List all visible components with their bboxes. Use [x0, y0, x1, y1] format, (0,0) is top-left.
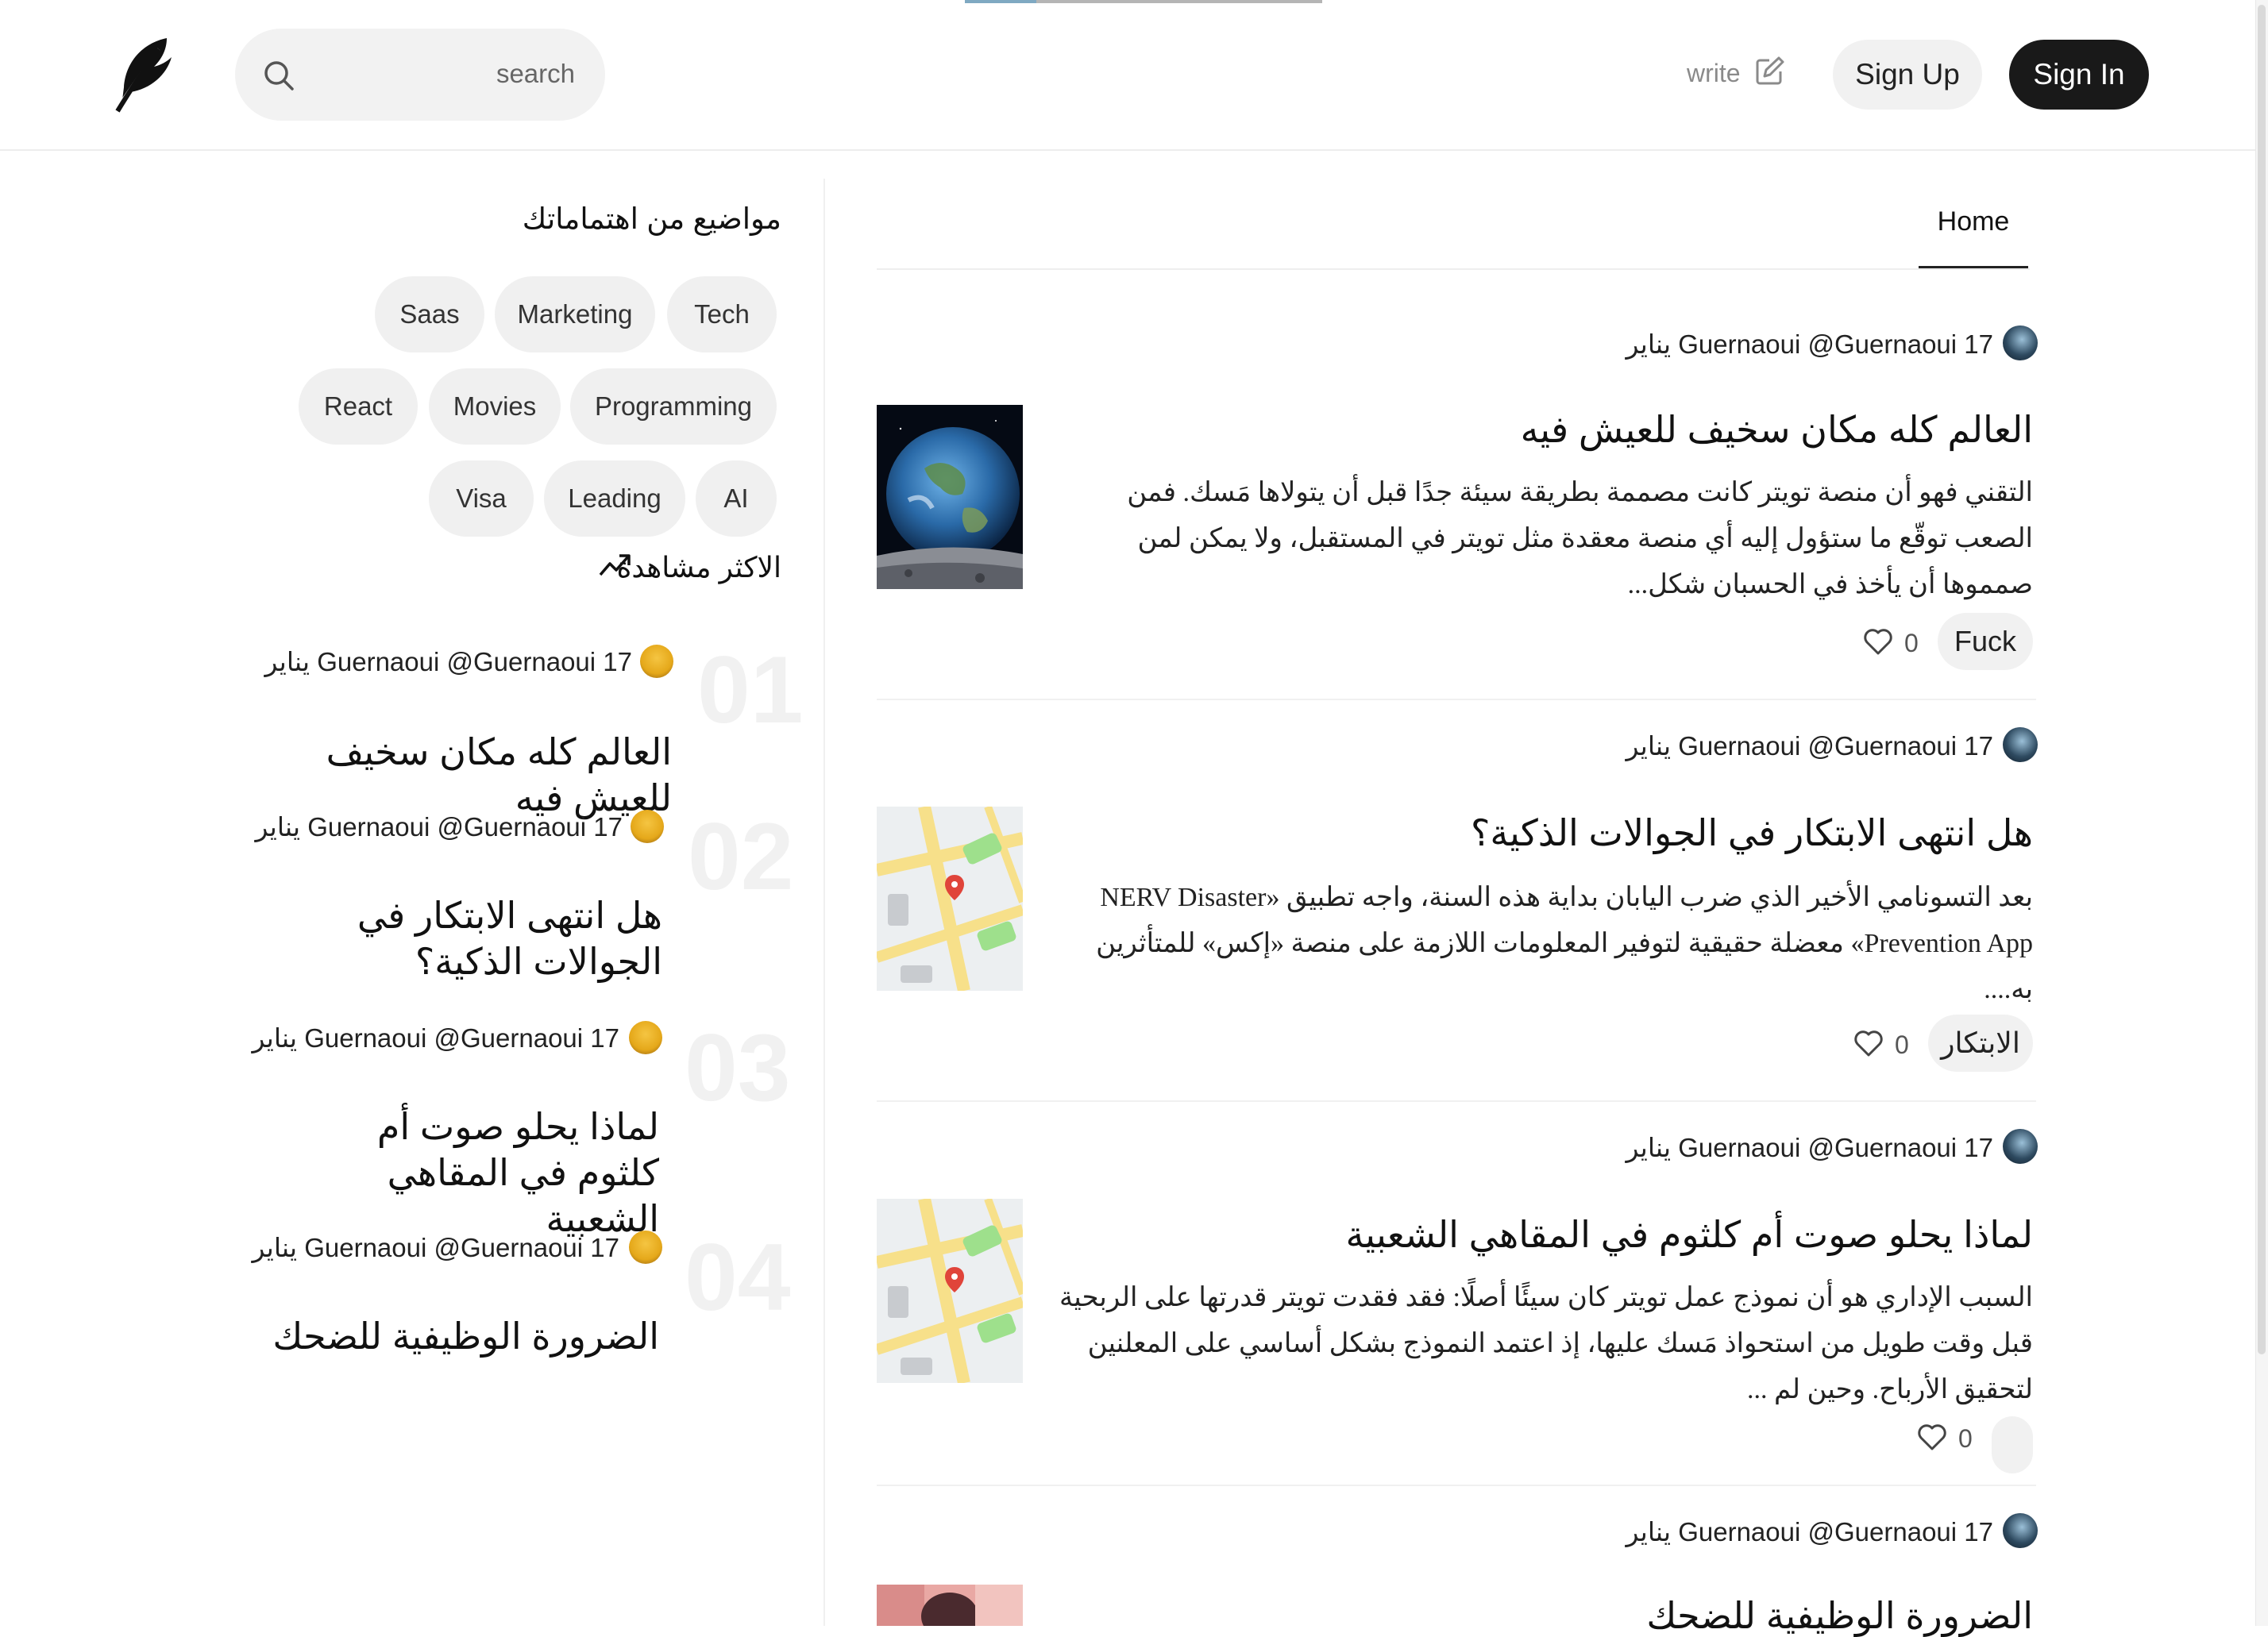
like-count: 0	[1958, 1424, 1973, 1453]
topic-chip-tech[interactable]: Tech	[667, 276, 777, 352]
top-header: search write Sign Up Sign In	[0, 0, 2255, 151]
post-title[interactable]: هل انتهى الابتكار في الجوالات الذكية؟	[1471, 811, 2033, 854]
author-name[interactable]: Guernaoui @Guernaoui	[1678, 329, 1957, 359]
post-tag-empty[interactable]	[1992, 1416, 2033, 1473]
topic-chip-visa[interactable]: Visa	[429, 460, 534, 537]
post-title[interactable]: العالم كله مكان سخيف للعيش فيه	[1521, 408, 2033, 451]
heart-icon[interactable]	[1863, 627, 1893, 656]
column-divider	[824, 179, 825, 1626]
trending-meta: Guernaoui @Guernaoui 17 يناير	[242, 1023, 619, 1053]
trending-number: 04	[685, 1224, 791, 1331]
topic-chip-leading[interactable]: Leading	[544, 460, 685, 537]
search-icon	[264, 61, 294, 91]
trending-title[interactable]: هل انتهى الابتكار في الجوالات الذكية؟	[281, 892, 662, 984]
trending-number: 03	[685, 1015, 791, 1121]
trending-meta: Guernaoui @Guernaoui 17 يناير	[242, 1232, 619, 1263]
post-divider	[877, 1485, 2036, 1486]
search-input[interactable]: search	[496, 59, 575, 89]
post-title[interactable]: الضرورة الوظيفية للضحك	[1646, 1594, 2033, 1637]
author-avatar[interactable]	[629, 1231, 662, 1264]
topic-chip-programming[interactable]: Programming	[570, 368, 777, 445]
like-count: 0	[1895, 1030, 1909, 1059]
topic-chip-saas[interactable]: Saas	[375, 276, 484, 352]
map-image[interactable]	[877, 807, 1023, 991]
like-count: 0	[1904, 629, 1919, 657]
earth-image[interactable]	[877, 405, 1023, 589]
author-avatar[interactable]	[2003, 1129, 2038, 1164]
feather-logo-icon[interactable]	[111, 35, 176, 114]
topics-heading: مواضيع من اهتماماتك	[522, 202, 781, 235]
author-name[interactable]: Guernaoui @Guernaoui	[304, 1233, 583, 1262]
author-name[interactable]: Guernaoui @Guernaoui	[304, 1023, 583, 1053]
topic-chip-ai[interactable]: AI	[696, 460, 777, 537]
write-link[interactable]: write	[1687, 59, 1741, 88]
post-excerpt[interactable]: التقني فهو أن منصة تويتر كانت مصممة بطري…	[1056, 470, 2033, 608]
post-divider	[877, 1100, 2036, 1102]
tab-home[interactable]: Home	[1919, 206, 2028, 237]
sign-up-button[interactable]: Sign Up	[1833, 40, 1982, 110]
author-avatar[interactable]	[640, 645, 673, 678]
post-divider	[877, 699, 2036, 700]
post-meta: Guernaoui @Guernaoui 17 يناير	[1626, 1132, 1993, 1163]
post-excerpt[interactable]: بعد التسونامي الأخير الذي ضرب اليابان بد…	[1056, 875, 2033, 1013]
trending-meta: Guernaoui @Guernaoui 17 يناير	[255, 646, 632, 677]
trending-title[interactable]: العالم كله مكان سخيف للعيش فيه	[227, 729, 672, 821]
author-avatar[interactable]	[2003, 325, 2038, 360]
author-avatar[interactable]	[629, 1021, 662, 1054]
author-avatar[interactable]	[631, 810, 664, 843]
heart-icon[interactable]	[1853, 1029, 1884, 1057]
trending-title[interactable]: الضرورة الوظيفية للضحك	[246, 1313, 659, 1359]
post-meta: Guernaoui @Guernaoui 17 يناير	[1626, 329, 1993, 360]
post-meta: Guernaoui @Guernaoui 17 يناير	[1626, 1516, 1993, 1547]
map-image[interactable]	[877, 1199, 1023, 1383]
author-name[interactable]: Guernaoui @Guernaoui	[1678, 1517, 1957, 1546]
post-title[interactable]: لماذا يحلو صوت أم كلثوم في المقاهي الشعب…	[1345, 1213, 2033, 1256]
sign-in-button[interactable]: Sign In	[2009, 40, 2149, 110]
post-excerpt[interactable]: السبب الإداري هو أن نموذج عمل تويتر كان …	[1040, 1275, 2033, 1413]
heart-icon[interactable]	[1917, 1423, 1947, 1451]
author-name[interactable]: Guernaoui @Guernaoui	[317, 647, 596, 676]
author-name[interactable]: Guernaoui @Guernaoui	[307, 812, 586, 842]
topic-chip-marketing[interactable]: Marketing	[495, 276, 655, 352]
author-avatar[interactable]	[2003, 1513, 2038, 1548]
post-tag[interactable]: Fuck	[1938, 613, 2033, 670]
search-bar[interactable]: search	[235, 29, 605, 121]
scrollbar-thumb[interactable]	[2258, 5, 2266, 1354]
topic-chip-movies[interactable]: Movies	[429, 368, 561, 445]
trending-number: 01	[697, 637, 804, 743]
trending-title[interactable]: لماذا يحلو صوت أم كلثوم في المقاهي الشعب…	[294, 1104, 659, 1242]
trending-meta: Guernaoui @Guernaoui 17 يناير	[245, 811, 623, 842]
post-tag[interactable]: الابتكار	[1928, 1015, 2033, 1072]
trending-heading: الاكثر مشاهدة	[616, 551, 781, 584]
author-name[interactable]: Guernaoui @Guernaoui	[1678, 1133, 1957, 1162]
trending-up-icon	[599, 554, 631, 576]
edit-icon[interactable]	[1753, 56, 1785, 87]
author-avatar[interactable]	[2003, 727, 2038, 762]
trending-number: 02	[688, 803, 794, 910]
portrait-image[interactable]	[877, 1585, 1023, 1626]
tabs-divider	[877, 268, 2030, 270]
topic-chip-react[interactable]: React	[299, 368, 418, 445]
author-name[interactable]: Guernaoui @Guernaoui	[1678, 731, 1957, 761]
post-meta: Guernaoui @Guernaoui 17 يناير	[1626, 730, 1993, 761]
